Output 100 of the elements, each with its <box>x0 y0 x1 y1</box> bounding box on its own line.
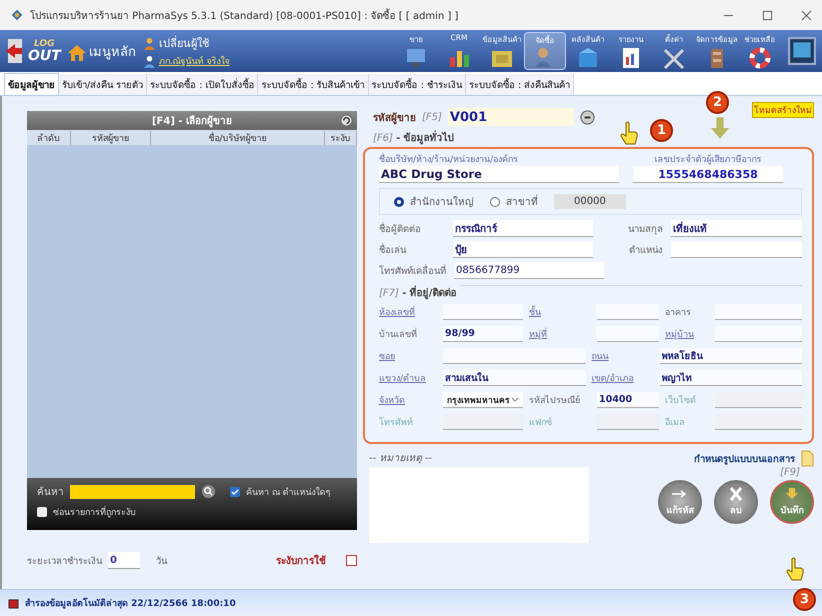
checkbox[interactable] <box>230 486 240 496</box>
field-label: อีเมล <box>665 416 686 429</box>
step-badge: 2 <box>706 91 729 114</box>
tab[interactable]: รับเข้า/ส่งคืน รายตัว <box>59 74 148 95</box>
radio-label: สาขาที่ <box>506 194 538 209</box>
tab[interactable]: ระบบจัดซื้อ : เปิดใบสั่งซื้อ <box>147 74 258 95</box>
branch-number-field[interactable]: 00000 <box>554 194 626 209</box>
search-field[interactable] <box>70 484 195 498</box>
text-field[interactable] <box>715 304 802 320</box>
field-label: รหัสผู้ขาย <box>373 111 416 124</box>
unit-label: วัน <box>156 555 167 568</box>
text-field[interactable]: พญาไท <box>660 370 802 386</box>
company-field[interactable]: ABC Drug Store <box>379 166 619 183</box>
radio-label: สำนักงานใหญ่ <box>410 195 474 209</box>
field-link[interactable]: เขต/อำเภอ <box>592 371 654 385</box>
suspend-label: ระงับการใช้ <box>276 554 326 568</box>
search-label: ค้นหา <box>37 486 64 499</box>
mobile-field[interactable]: 0856677899 <box>454 262 604 279</box>
text-field[interactable] <box>715 326 802 342</box>
field-link[interactable]: ชั้น <box>529 305 591 319</box>
text-field[interactable]: 98/99 <box>443 326 523 342</box>
text-field[interactable]: พหลโยธิน <box>660 348 802 364</box>
panel-title: [F4] - เลือกผู้ขาย <box>152 114 232 128</box>
field-label: ระยะเวลาชำระเงิน <box>27 555 102 568</box>
tab[interactable]: ข้อมูลผู้ขาย <box>4 73 59 95</box>
switch-user-link[interactable]: เปลี่ยนผู้ใช้ <box>158 34 209 52</box>
checkbox[interactable] <box>346 555 357 566</box>
tools-icon <box>662 47 686 69</box>
action-button[interactable]: บันทึก <box>770 480 814 524</box>
chevron-icon <box>511 397 519 402</box>
field-label: เลขประจำตัวผู้เสียภาษีอากร <box>654 154 762 166</box>
window-title: โปรแกรมบริหารร้านยา PharmaSys 5.3.1 (Standard) [08-0001-PS010] : จัดซื้อ [ [ admin ] ] <box>30 8 458 22</box>
tab[interactable]: ระบบจัดซื้อ : ส่งคืนสินค้า <box>466 74 574 95</box>
pointer-hand-icon <box>619 121 639 145</box>
checkbox-label: ซ่อนรายการที่ถูกระงับ <box>53 505 136 519</box>
field-label: อาคาร <box>665 307 692 319</box>
text-field[interactable]: เที่ยงแท้ <box>671 220 802 237</box>
app-icon <box>10 8 24 22</box>
field-label: ตำแหน่ง <box>628 244 664 257</box>
vendor-code-field[interactable]: V001 <box>448 108 574 126</box>
refresh-icon[interactable] <box>340 114 353 127</box>
radio-button[interactable] <box>490 196 500 206</box>
checkbox[interactable] <box>37 507 47 517</box>
field-link[interactable]: หมู่บ้าน <box>665 327 709 341</box>
text-field[interactable]: สามเสนใน <box>443 370 586 386</box>
field-label: บ้านเลขที่ <box>379 327 437 341</box>
shortcut-label: [F5] <box>422 112 442 122</box>
radio-button[interactable] <box>394 196 404 206</box>
shortcut-label: [F9] <box>780 467 800 478</box>
text-field[interactable] <box>443 414 523 430</box>
field-label: โทรศัพท์เคลื่อนที่ <box>379 263 446 278</box>
lifebuoy-icon <box>748 47 772 69</box>
province-dropdown[interactable]: กรุงเทพมหานคร <box>443 392 523 408</box>
home-button[interactable]: เมนูหลัก <box>66 40 136 62</box>
step-badge: 1 <box>650 119 673 142</box>
field-label: เว็บไซต์ <box>665 394 697 407</box>
field-label: นามสกุล <box>627 223 664 236</box>
field-label: ชื่อผู้ติดต่อ <box>379 221 422 236</box>
field-link[interactable]: หมู่ที่ <box>529 327 591 341</box>
text-field[interactable] <box>597 304 659 320</box>
text-field[interactable] <box>443 304 523 320</box>
pointer-hand-icon <box>785 557 805 581</box>
text-field[interactable] <box>715 414 802 430</box>
text-field[interactable] <box>597 414 659 430</box>
tab[interactable]: ระบบจัดซื้อ : รับสินค้าเข้า <box>258 74 369 95</box>
document-format-link[interactable]: กำหนดรูปแบบบนเอกสาร <box>694 451 795 466</box>
field-label: รหัสไปรษณีย์ <box>529 394 581 407</box>
tab[interactable]: ระบบจัดซื้อ : ชำระเงิน <box>368 74 466 95</box>
text-field[interactable]: กรรณิการ์ <box>453 220 593 237</box>
maximize-icon[interactable] <box>762 10 773 20</box>
backup-icon <box>8 598 19 608</box>
field-link[interactable]: แขวง/ตำบล <box>379 371 437 385</box>
status-text: สำรองข้อมูลอัตโนมัติล่าสุด 22/12/2566 18:00:10 <box>25 596 236 610</box>
text-field[interactable]: ปุ้ย <box>453 241 593 258</box>
field-label: แฟกซ์ <box>529 416 553 429</box>
monitor-icon <box>404 47 428 69</box>
text-field[interactable]: 10400 <box>597 392 659 408</box>
user-name-link[interactable]: ภก.ณัฐนันท์ จริงใจ <box>158 54 230 68</box>
text-field[interactable] <box>443 348 586 364</box>
user-icon <box>144 54 155 68</box>
text-field[interactable] <box>671 241 802 258</box>
down-arrow-icon <box>711 117 729 139</box>
field-link[interactable]: ห้องเลขที่ <box>379 305 437 319</box>
field-label: โทรศัพท์ <box>379 416 414 429</box>
payment-days-field[interactable]: 0 <box>108 552 140 569</box>
text-field[interactable] <box>597 326 659 342</box>
home-icon <box>66 44 87 62</box>
tax-id-field[interactable]: 1555468486358 <box>633 166 783 183</box>
notes-label: -- หมายเหตุ -- <box>369 452 433 465</box>
user-icon <box>144 36 155 50</box>
monitor-icon[interactable] <box>788 37 816 65</box>
field-link[interactable]: จังหวัด <box>379 393 437 407</box>
field-link[interactable]: ซอย <box>379 349 437 363</box>
text-field[interactable] <box>715 392 802 408</box>
field-link[interactable]: ถนน <box>592 349 654 363</box>
logout-button[interactable]: LOG OUT <box>6 38 61 64</box>
box-icon <box>576 47 600 69</box>
close-icon[interactable] <box>801 10 812 20</box>
section-title: [F7] - ที่อยู่/ติดต่อ <box>379 288 456 299</box>
mode-badge: โหมดสร้างใหม่ <box>752 102 814 118</box>
